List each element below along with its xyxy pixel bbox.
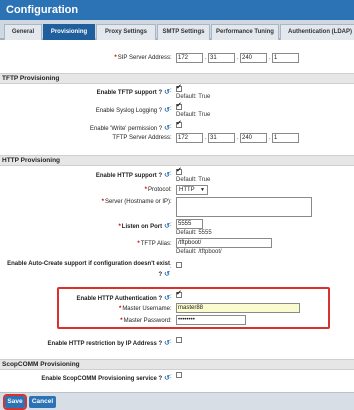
- save-button[interactable]: Save: [3, 394, 27, 410]
- master-username-input[interactable]: master88: [176, 303, 300, 313]
- window-title: Configuration: [6, 4, 79, 16]
- protocol-select[interactable]: HTTP ▼: [176, 185, 208, 195]
- tftp-server-label: TFTP Server Address: [112, 135, 170, 141]
- master-password-input[interactable]: ••••••••: [176, 315, 246, 325]
- listen-port-label: *Listen on Port ↺: [118, 223, 170, 230]
- write-permission-checkbox[interactable]: [176, 119, 182, 128]
- http-enable-default: Default: True: [176, 177, 211, 183]
- write-permission-label: Enable 'Write' permission ? ↺: [89, 125, 170, 132]
- tftp-enable-checkbox[interactable]: [176, 83, 182, 92]
- scopcomm-enable-label: Enable ScopCOMM Provisioning service ? ↺: [41, 375, 170, 382]
- tftp-enable-label: Enable TFTP support ? ↺: [96, 89, 170, 96]
- sip-ip-octet-3[interactable]: 240: [240, 53, 267, 63]
- tab-proxy-settings[interactable]: Proxy Settings: [96, 24, 156, 40]
- http-enable-checkbox[interactable]: [176, 166, 182, 175]
- server-hostname-input[interactable]: [176, 197, 312, 217]
- auto-create-label-2: ? ↺: [158, 270, 170, 278]
- syslog-checkbox[interactable]: [176, 101, 182, 110]
- tftp-alias-label: *TFTP Alias: [137, 241, 170, 247]
- auto-create-label: Enable Auto-Create support if configurat…: [7, 261, 170, 267]
- tftp-ip-octet-3[interactable]: 240: [240, 133, 267, 143]
- tab-general[interactable]: General: [4, 24, 42, 40]
- http-ip-restriction-checkbox[interactable]: [176, 337, 182, 343]
- help-icon[interactable]: ↺: [164, 270, 170, 278]
- http-auth-label: Enable HTTP Authentication ? ↺: [76, 295, 170, 302]
- protocol-label: *Protocol: [144, 187, 170, 193]
- tftp-ip-octet-1[interactable]: 172: [176, 133, 203, 143]
- cancel-button[interactable]: Cancel: [29, 396, 56, 408]
- section-http: HTTP Provisioning: [0, 155, 354, 166]
- tftp-alias-input[interactable]: /tftpboot/: [176, 238, 272, 248]
- sip-ip-octet-4[interactable]: 1: [272, 53, 299, 63]
- tab-provisioning[interactable]: Provisioning: [43, 24, 95, 40]
- sip-ip-octet-2[interactable]: 31: [208, 53, 235, 63]
- tab-smtp-settings[interactable]: SMTP Settings: [157, 24, 210, 40]
- syslog-label: Enable Syslog Logging ? ↺: [95, 107, 170, 114]
- auto-create-checkbox[interactable]: [176, 262, 182, 268]
- tftp-alias-default: Default: /tftpboot/: [176, 249, 222, 255]
- tab-authentication-ldap[interactable]: Authentication (LDAP): [280, 24, 354, 40]
- tftp-ip-octet-4[interactable]: 1: [272, 133, 299, 143]
- chevron-down-icon: ▼: [200, 187, 205, 193]
- http-ip-restriction-label: Enable HTTP restriction by IP Address ? ↺: [47, 340, 170, 347]
- tab-performance-tuning[interactable]: Performance Tuning: [211, 24, 279, 40]
- tftp-enable-default: Default: True: [176, 94, 211, 100]
- sip-server-label: *SIP Server Address: [114, 55, 170, 61]
- footer-bar: Save Cancel: [0, 392, 354, 410]
- master-password-label: *Master Password: [120, 318, 170, 324]
- listen-port-input[interactable]: 5555: [176, 219, 203, 229]
- scopcomm-enable-checkbox[interactable]: [176, 372, 182, 378]
- listen-port-default: Default: 5555: [176, 230, 212, 236]
- server-hostname-label: *Server (Hostname or IP): [101, 199, 170, 205]
- tftp-ip-octet-2[interactable]: 31: [208, 133, 235, 143]
- title-bar: Configuration: [0, 0, 354, 20]
- tab-bar: General Provisioning Proxy Settings SMTP…: [0, 20, 354, 40]
- syslog-default: Default: True: [176, 112, 211, 118]
- http-auth-checkbox[interactable]: [176, 289, 182, 298]
- master-username-label: *Master Username: [118, 306, 170, 312]
- sip-ip-octet-1[interactable]: 172: [176, 53, 203, 63]
- section-scopcomm: ScopCOMM Provisioning: [0, 359, 354, 370]
- http-enable-label: Enable HTTP support ? ↺: [95, 172, 170, 179]
